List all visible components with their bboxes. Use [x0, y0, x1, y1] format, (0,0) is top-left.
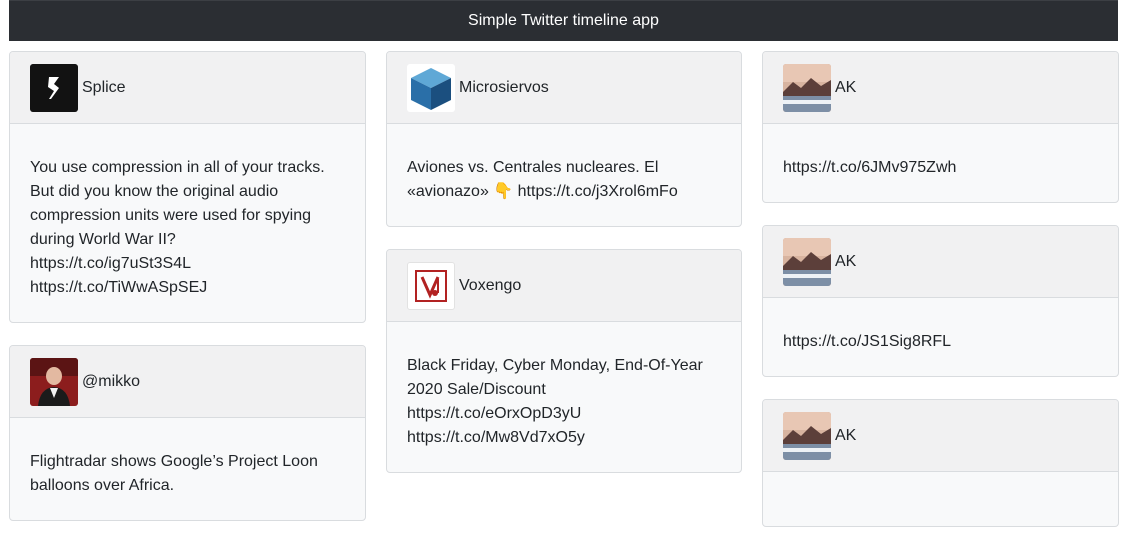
tweet-text: https://t.co/JS1Sig8RFL: [783, 333, 952, 350]
landscape-photo-icon: [783, 237, 831, 286]
tweet-username[interactable]: @mikko: [82, 373, 140, 391]
tweet-header: Voxengo: [387, 250, 741, 322]
tweet-text: Black Friday, Cyber Monday, End-Of-Year …: [407, 357, 703, 446]
tweet-text: Aviones vs. Centrales nucleares. El «avi…: [407, 159, 678, 200]
tweet-header: Splice: [10, 52, 365, 124]
tweet-card: Voxengo Black Friday, Cyber Monday, End-…: [386, 249, 742, 473]
tweet-username[interactable]: Splice: [82, 79, 126, 97]
timeline-column-2: Microsiervos Aviones vs. Centrales nucle…: [386, 51, 742, 495]
blue-cube-icon: [407, 63, 455, 112]
tweet-text: Flightradar shows Google’s Project Loon …: [30, 453, 318, 494]
tweet-card: @mikko Flightradar shows Google’s Projec…: [9, 345, 366, 521]
tweet-header: @mikko: [10, 346, 365, 418]
tweet-header: AK: [763, 226, 1118, 298]
tweet-card: Microsiervos Aviones vs. Centrales nucle…: [386, 51, 742, 227]
tweet-username[interactable]: Voxengo: [459, 277, 521, 295]
tweet-username[interactable]: AK: [835, 427, 856, 445]
landscape-photo-icon: [783, 63, 831, 112]
tweet-card: AK https://t.co/6JMv975Zwh: [762, 51, 1119, 203]
tweet-text: https://t.co/6JMv975Zwh: [783, 159, 957, 176]
tweet-text: [763, 472, 1118, 526]
navbar: Simple Twitter timeline app: [9, 0, 1118, 41]
voxengo-logo-icon: [407, 261, 455, 310]
tweet-header: AK: [763, 400, 1118, 472]
mikko-profile-photo-icon: [30, 357, 78, 406]
splice-logo-icon: [30, 63, 78, 112]
tweet-username[interactable]: Microsiervos: [459, 79, 549, 97]
tweet-card: AK: [762, 399, 1119, 527]
tweet-card: AK https://t.co/JS1Sig8RFL: [762, 225, 1119, 377]
landscape-photo-icon: [783, 411, 831, 460]
app-title: Simple Twitter timeline app: [468, 12, 659, 29]
tweet-username[interactable]: AK: [835, 79, 856, 97]
tweet-header: AK: [763, 52, 1118, 124]
timeline-column-1: Splice You use compression in all of you…: [9, 51, 366, 543]
tweet-card: Splice You use compression in all of you…: [9, 51, 366, 323]
tweet-username[interactable]: AK: [835, 253, 856, 271]
timeline-column-3: AK https://t.co/6JMv975Zwh AK https://t.…: [762, 51, 1119, 549]
tweet-header: Microsiervos: [387, 52, 741, 124]
tweet-text: You use compression in all of your track…: [30, 159, 325, 296]
